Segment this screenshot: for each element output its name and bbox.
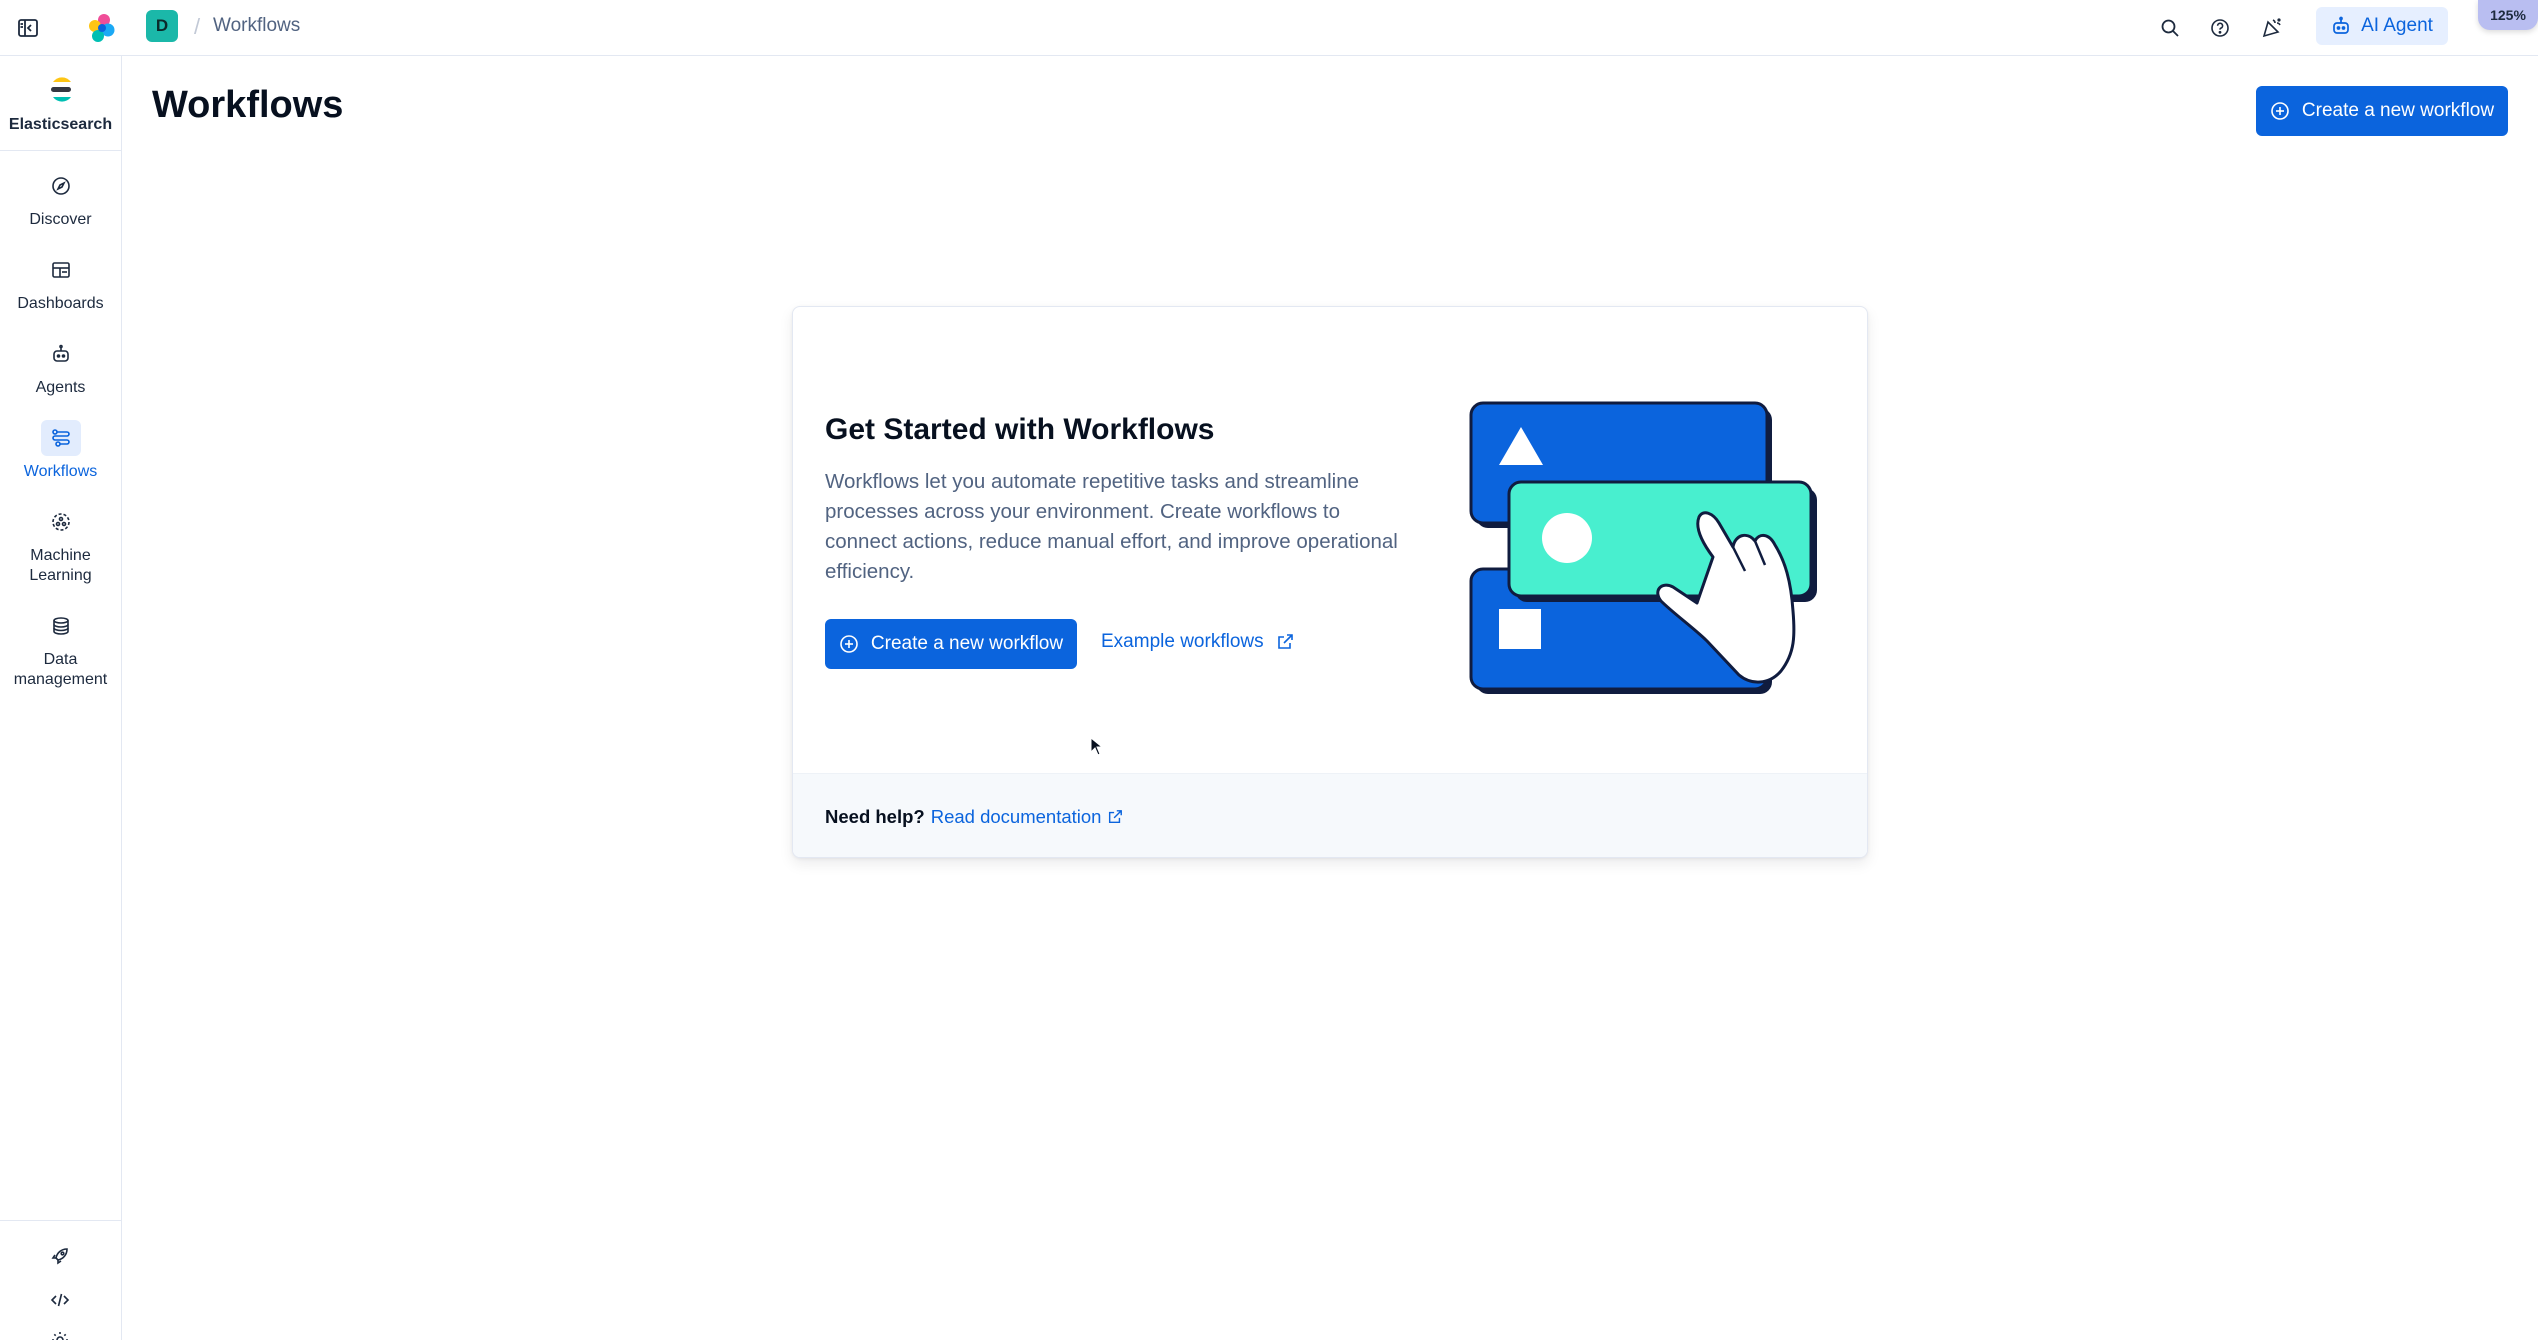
developer-tools-button[interactable] xyxy=(40,1282,80,1318)
sidebar-item-label: Dashboards xyxy=(17,295,104,312)
robot-icon xyxy=(2333,16,2349,34)
need-help-label: Need help? xyxy=(825,806,925,827)
read-documentation-link[interactable]: Read documentation xyxy=(931,806,1102,828)
brand-label: Elasticsearch xyxy=(8,116,113,133)
nav-icon-wrapper xyxy=(41,504,81,540)
empty-state-description: Workflows let you automate repetitive ta… xyxy=(825,470,1398,583)
zoom-level-badge: 125% xyxy=(2478,0,2538,30)
sidebar-item-label: Discover xyxy=(29,211,92,228)
ai-agent-button[interactable]: AI Agent xyxy=(2316,7,2448,45)
sidebar-toggle-icon xyxy=(18,19,38,37)
nav-icon-wrapper xyxy=(41,608,81,644)
sidebar-item-machine-learning[interactable]: Machine Learning xyxy=(0,504,121,586)
page-title: Workflows xyxy=(152,84,344,126)
getting-started-button[interactable] xyxy=(40,1238,80,1274)
newsfeed-button[interactable] xyxy=(2254,10,2290,46)
solution-brand[interactable]: Elasticsearch xyxy=(0,74,121,154)
search-icon xyxy=(2161,19,2179,37)
divider xyxy=(0,1220,121,1221)
divider xyxy=(0,150,121,151)
sidebar-item-discover[interactable]: Discover xyxy=(0,168,121,230)
sidebar-toggle-button[interactable] xyxy=(10,10,46,46)
dashboard-icon xyxy=(51,262,70,278)
side-navigation: Elasticsearch Discover Dashboards Agents xyxy=(0,56,122,1340)
newsfeed-icon xyxy=(2262,18,2281,38)
nav-icon-wrapper xyxy=(41,336,81,372)
space-avatar[interactable]: D xyxy=(146,10,178,42)
workflow-illustration xyxy=(1469,401,1817,694)
breadcrumb-separator: / xyxy=(194,14,201,39)
external-link-icon xyxy=(1109,810,1123,824)
help-text: Need help? Read documentation xyxy=(825,806,1123,828)
breadcrumb[interactable]: Workflows xyxy=(213,15,300,37)
sidebar-item-label: Workflows xyxy=(23,463,98,480)
database-icon xyxy=(52,617,69,635)
sidebar-item-dashboards[interactable]: Dashboards xyxy=(0,252,121,314)
rocket-icon xyxy=(51,1248,68,1265)
external-link-icon xyxy=(1277,634,1293,649)
help-button[interactable] xyxy=(2202,10,2238,46)
elastic-logo[interactable] xyxy=(82,8,122,48)
mouse-cursor-icon xyxy=(1090,737,1104,756)
sidebar-item-label: Agents xyxy=(35,379,86,396)
plus-in-circle-icon xyxy=(2271,102,2289,120)
example-workflows-link[interactable]: Example workflows xyxy=(1101,631,1294,653)
create-workflow-button[interactable]: Create a new workflow xyxy=(2256,86,2508,136)
empty-state-card: Get Started with Workflows Workflows let… xyxy=(792,306,1868,858)
create-workflow-label: Create a new workflow xyxy=(870,633,1064,654)
sidebar-item-label: Data management xyxy=(13,651,108,688)
empty-state-create-workflow-button[interactable]: Create a new workflow xyxy=(825,619,1077,669)
help-icon xyxy=(2211,19,2229,37)
ml-icon xyxy=(51,513,70,531)
elastic-logo-icon xyxy=(89,14,115,42)
elasticsearch-logo-icon xyxy=(50,77,71,102)
empty-state-title: Get Started with Workflows xyxy=(825,413,1215,446)
workflow-icon xyxy=(51,429,70,447)
sidebar-item-label: Machine Learning xyxy=(29,547,92,584)
sidebar-item-data-management[interactable]: Data management xyxy=(0,608,121,690)
ai-agent-label: AI Agent xyxy=(2361,15,2433,36)
robot-icon xyxy=(52,344,69,362)
compass-icon xyxy=(51,177,70,195)
create-workflow-label: Create a new workflow xyxy=(2301,100,2495,121)
plus-in-circle-icon xyxy=(840,635,858,653)
nav-icon-wrapper xyxy=(40,420,81,456)
gear-icon xyxy=(52,1332,68,1340)
sidebar-item-agents[interactable]: Agents xyxy=(0,336,121,398)
nav-icon-wrapper xyxy=(41,168,81,204)
example-workflows-label: Example workflows xyxy=(1101,631,1264,652)
top-header: D / Workflows AI Agent 125% xyxy=(0,0,2538,56)
search-button[interactable] xyxy=(2152,10,2188,46)
nav-icon-wrapper xyxy=(41,252,81,288)
code-icon xyxy=(50,1293,70,1307)
empty-state-footer: Need help? Read documentation xyxy=(793,773,1867,857)
sidebar-item-workflows[interactable]: Workflows xyxy=(0,420,121,482)
settings-button[interactable] xyxy=(40,1322,80,1340)
